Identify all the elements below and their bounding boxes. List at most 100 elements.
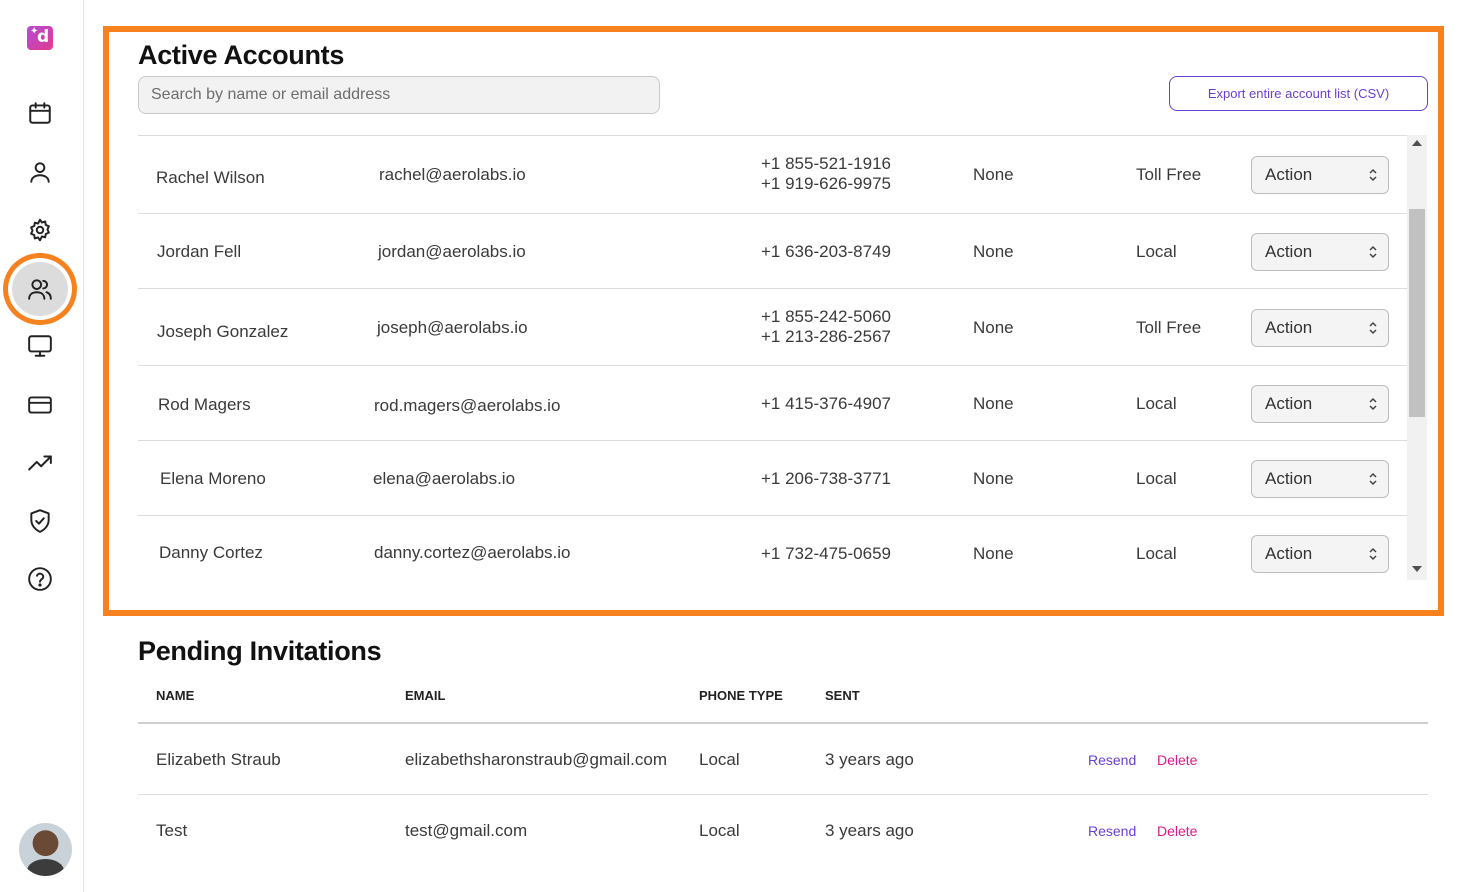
action-label: Action [1265,394,1313,413]
account-name: Joseph Gonzalez [157,322,289,341]
resend-link[interactable]: Resend [1088,752,1136,768]
table-row: Danny Cortez danny.cortez@aerolabs.io +1… [138,516,1407,580]
shield-check-icon[interactable] [24,505,56,537]
table-row: Elena Moreno elena@aerolabs.io +1 206-73… [138,441,1407,516]
table-row: Rachel Wilson rachel@aerolabs.io +1 855-… [138,136,1407,214]
action-label: Action [1265,544,1313,563]
scroll-down-arrow-icon[interactable] [1412,566,1422,572]
account-phone-type: Local [1136,544,1177,563]
account-phones: +1 636-203-8749 [761,242,891,262]
column-header-sent: SENT [825,688,860,703]
account-forward: None [973,394,1014,413]
scroll-up-arrow-icon[interactable] [1412,140,1422,146]
account-phones: +1 732-475-0659 [761,544,891,564]
gear-icon[interactable] [24,214,56,246]
chevron-updown-icon [1369,168,1377,182]
credit-card-icon[interactable] [24,389,56,421]
invitation-email: elizabethsharonstraub@gmail.com [405,750,667,769]
account-email: elena@aerolabs.io [373,469,516,488]
account-name: Rachel Wilson [156,168,265,187]
chevron-updown-icon [1369,245,1377,259]
account-phones: +1 206-738-3771 [761,469,891,489]
phone-number: +1 206-738-3771 [761,469,891,488]
phone-number: +1 855-242-5060 [761,307,891,326]
account-forward: None [973,165,1014,184]
phone-number: +1 415-376-4907 [761,394,891,413]
column-header-email: EMAIL [405,688,446,703]
export-csv-button[interactable]: Export entire account list (CSV) [1169,76,1428,111]
table-row: Rod Magers rod.magers@aerolabs.io +1 415… [138,366,1407,441]
account-name: Jordan Fell [157,242,242,261]
chevron-updown-icon [1369,321,1377,335]
search-input[interactable] [138,76,660,114]
account-forward: None [973,242,1014,261]
delete-link[interactable]: Delete [1157,752,1197,768]
accounts-scrollbar[interactable] [1407,135,1427,580]
invitation-sent: 3 years ago [825,750,914,769]
account-name: Danny Cortez [159,543,263,562]
action-select[interactable]: Action [1251,460,1389,498]
account-email: rod.magers@aerolabs.io [374,396,561,415]
pending-invitations-title: Pending Invitations [138,636,382,666]
column-header-phone-type: PHONE TYPE [699,688,783,703]
users-icon[interactable] [24,273,56,305]
action-select[interactable]: Action [1251,535,1389,573]
account-forward: None [973,469,1014,488]
trending-up-icon[interactable] [24,447,56,479]
phone-number: +1 732-475-0659 [761,544,891,563]
account-phones: +1 415-376-4907 [761,394,891,414]
action-select[interactable]: Action [1251,309,1389,347]
phone-number: +1 855-521-1916 [761,154,891,173]
app-logo[interactable]: ✦ d [27,26,53,50]
monitor-icon[interactable] [24,330,56,362]
invitation-sent: 3 years ago [825,821,914,840]
account-phone-type: Toll Free [1136,318,1202,337]
chevron-updown-icon [1369,472,1377,486]
accounts-table: Rachel Wilson rachel@aerolabs.io +1 855-… [138,135,1407,580]
column-header-name: NAME [156,688,195,703]
sidebar: ✦ d [0,0,84,892]
avatar[interactable] [19,823,72,876]
action-label: Action [1265,318,1313,337]
row-divider [138,794,1428,795]
account-email: jordan@aerolabs.io [378,242,526,261]
delete-link[interactable]: Delete [1157,823,1197,839]
logo-letter: d [37,27,50,47]
account-email: danny.cortez@aerolabs.io [374,543,571,562]
invitation-name: Test [156,821,188,840]
chevron-updown-icon [1369,397,1377,411]
action-select[interactable]: Action [1251,233,1389,271]
action-select[interactable]: Action [1251,156,1389,194]
account-phones: +1 855-242-5060 +1 213-286-2567 [761,307,891,347]
action-label: Action [1265,242,1313,261]
account-forward: None [973,544,1014,563]
resend-link[interactable]: Resend [1088,823,1136,839]
phone-number: +1 919-626-9975 [761,174,891,193]
action-select[interactable]: Action [1251,385,1389,423]
account-phone-type: Local [1136,394,1177,413]
header-divider [138,722,1428,724]
active-accounts-title: Active Accounts [138,40,345,70]
calendar-icon[interactable] [24,97,56,129]
account-phone-type: Local [1136,469,1177,488]
scroll-thumb[interactable] [1409,209,1425,417]
account-phone-type: Toll Free [1136,165,1202,184]
avatar-shirt [27,859,64,876]
action-label: Action [1265,165,1313,184]
user-icon[interactable] [24,156,56,188]
account-email: rachel@aerolabs.io [379,165,526,184]
invitation-phone-type: Local [699,821,740,840]
phone-number: +1 213-286-2567 [761,327,891,346]
action-label: Action [1265,469,1313,488]
help-circle-icon[interactable] [24,563,56,595]
invitation-name: Elizabeth Straub [156,750,281,769]
account-name: Rod Magers [158,395,251,414]
phone-number: +1 636-203-8749 [761,242,891,261]
table-row: Joseph Gonzalez joseph@aerolabs.io +1 85… [138,289,1407,366]
account-phone-type: Local [1136,242,1177,261]
account-email: joseph@aerolabs.io [377,318,528,337]
account-forward: None [973,318,1014,337]
account-phones: +1 855-521-1916 +1 919-626-9975 [761,154,891,194]
account-name: Elena Moreno [160,469,266,488]
invitation-phone-type: Local [699,750,740,769]
